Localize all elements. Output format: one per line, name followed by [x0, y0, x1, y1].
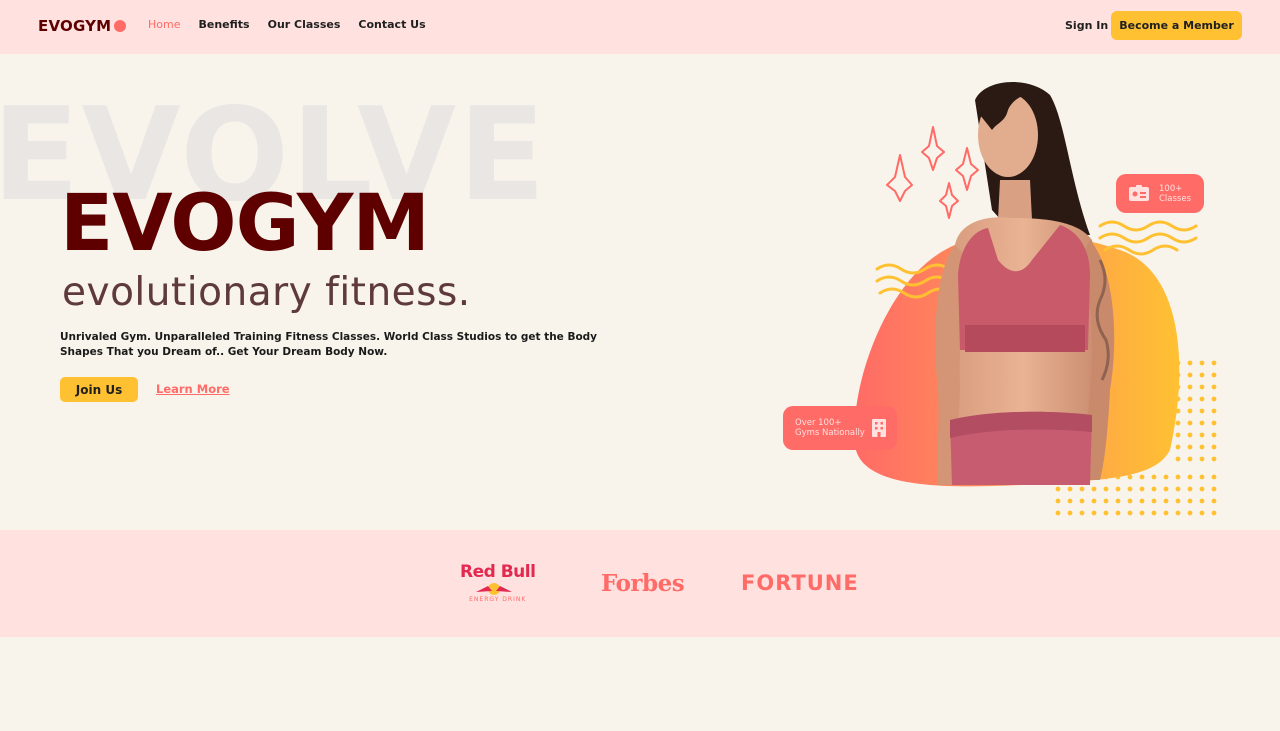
forbes-logo: Forbes: [601, 570, 685, 597]
nav-link-contact-us[interactable]: Contact Us: [358, 18, 425, 31]
gyms-badge-line2: Gyms Nationally: [795, 428, 865, 438]
sponsors-bar: Red Bull ENERGY DRINK Forbes FORTUNE: [0, 530, 1280, 637]
id-card-icon: [1129, 184, 1149, 201]
classes-badge-line2: Classes: [1159, 193, 1192, 204]
nav-link-benefits[interactable]: Benefits: [198, 18, 249, 31]
bulls-icon: [476, 583, 512, 595]
learn-more-link[interactable]: Learn More: [156, 382, 230, 396]
woman-figure: [935, 82, 1115, 485]
gyms-badge: Over 100+ Gyms Nationally: [783, 406, 897, 450]
become-member-button[interactable]: Become a Member: [1111, 11, 1242, 40]
classes-badge: 100+ Classes: [1116, 174, 1204, 213]
hero-graphic: [854, 82, 1217, 516]
fortune-logo: FORTUNE: [741, 571, 859, 595]
gyms-badge-line1: Over 100+: [795, 418, 842, 428]
nav-links: Home Benefits Our Classes Contact Us: [148, 18, 444, 31]
redbull-logo: Red Bull ENERGY DRINK: [460, 562, 536, 603]
nav-link-home[interactable]: Home: [148, 18, 180, 31]
nav-link-our-classes[interactable]: Our Classes: [268, 18, 341, 31]
hero-subtitle: evolutionary fitness.: [62, 270, 471, 315]
sparkles-decoration: [886, 126, 979, 219]
logo-text: EVOGYM: [38, 17, 112, 35]
hero-description: Unrivaled Gym. Unparalleled Training Fit…: [60, 331, 598, 358]
logo-dot-icon: [114, 20, 127, 32]
sign-in-link[interactable]: Sign In: [1065, 19, 1108, 32]
building-icon: [872, 419, 886, 437]
hero-title: EVOGYM: [60, 179, 430, 269]
navbar: EVOGYM Home Benefits Our Classes Contact…: [0, 0, 1280, 54]
redbull-subtitle: ENERGY DRINK: [469, 596, 527, 603]
classes-badge-line1: 100+: [1159, 183, 1183, 194]
logo[interactable]: EVOGYM: [38, 17, 127, 35]
join-us-button[interactable]: Join Us: [60, 377, 138, 402]
redbull-name: Red Bull: [460, 562, 536, 582]
